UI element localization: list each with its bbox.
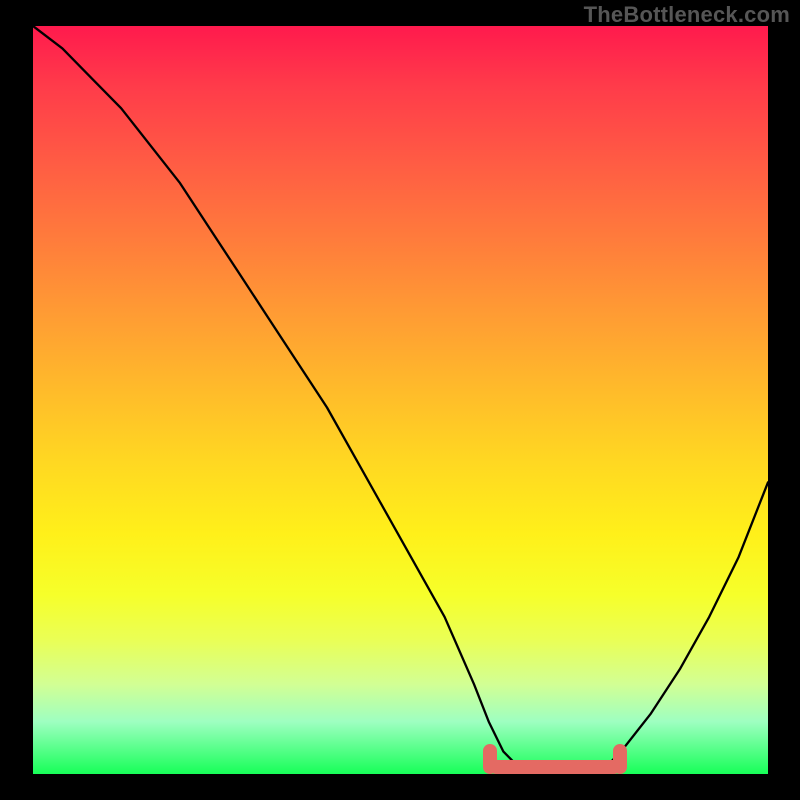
optimal-range-end-right bbox=[613, 744, 627, 774]
optimal-range-end-left bbox=[483, 744, 497, 774]
chart-plot-area bbox=[33, 26, 768, 774]
watermark-text: TheBottleneck.com bbox=[584, 2, 790, 28]
chart-svg bbox=[33, 26, 768, 774]
bottleneck-curve-path bbox=[33, 26, 768, 774]
optimal-range-bar bbox=[489, 760, 621, 774]
chart-frame: TheBottleneck.com bbox=[0, 0, 800, 800]
